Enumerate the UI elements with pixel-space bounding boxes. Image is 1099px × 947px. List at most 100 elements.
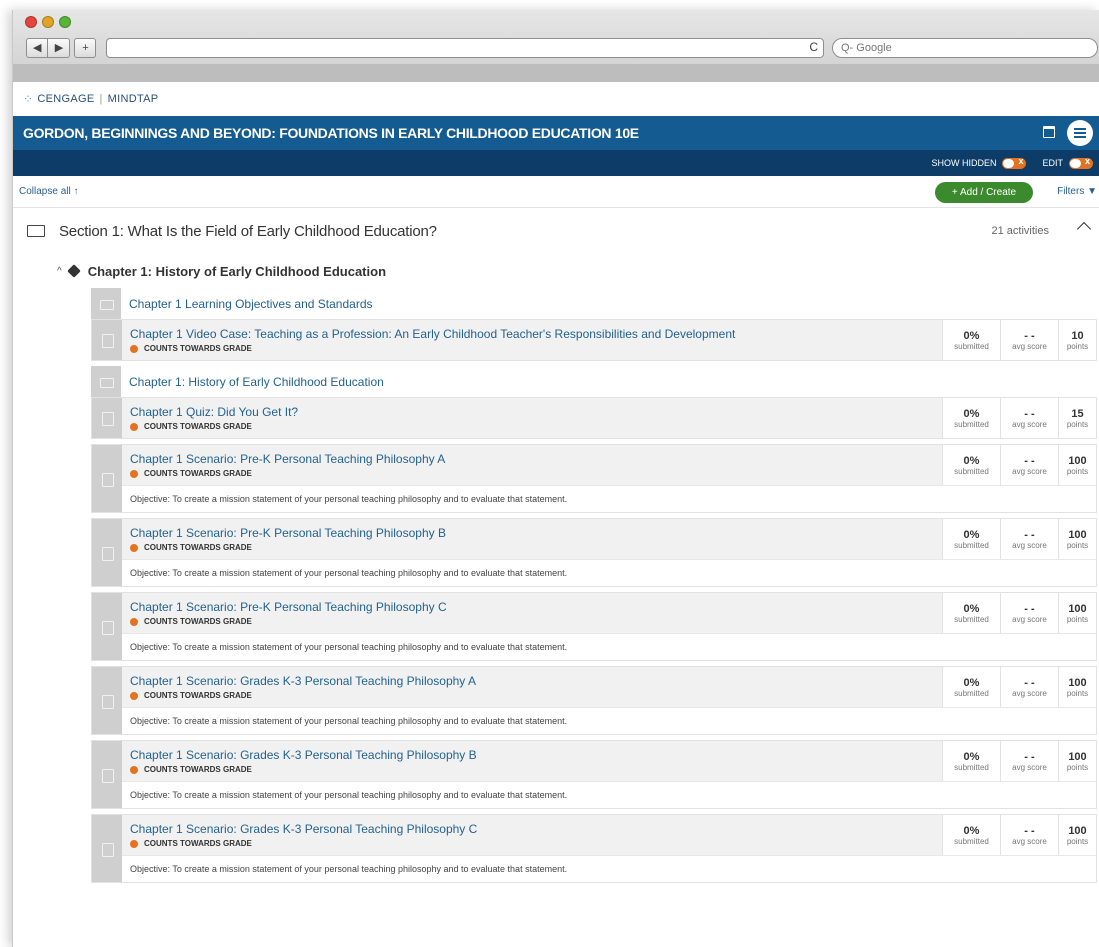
- browser-window: ◀ ▶ + C Q- Google ⁘ CENGAGE | MINDTAP GO…: [12, 10, 1099, 947]
- avg-score-value: - -: [1024, 454, 1035, 467]
- folder-open-icon: [27, 225, 45, 237]
- assignment-icon: [92, 320, 122, 360]
- activity-stats: 0% submitted - - avg score 10 points: [942, 320, 1096, 360]
- forward-button[interactable]: ▶: [48, 38, 71, 58]
- avg-score-value: - -: [1024, 407, 1035, 420]
- zoom-window-button[interactable]: [59, 16, 71, 28]
- activity-count: 21 activities: [991, 225, 1049, 237]
- activity-list: Chapter 1 Learning Objectives and Standa…: [13, 288, 1099, 883]
- brand-company: CENGAGE: [37, 93, 95, 105]
- submitted-label: submitted: [954, 762, 989, 772]
- avg-score-label: avg score: [1012, 341, 1047, 351]
- calendar-icon[interactable]: [1043, 126, 1055, 138]
- submitted-label: submitted: [954, 466, 989, 476]
- activity-item[interactable]: Chapter 1 Scenario: Pre-K Personal Teach…: [91, 444, 1097, 513]
- activity-title[interactable]: Chapter 1 Quiz: Did You Get It?: [130, 405, 934, 419]
- browser-chrome: ◀ ▶ + C Q- Google: [13, 10, 1099, 82]
- show-hidden-toggle[interactable]: [1002, 156, 1027, 169]
- show-hidden-label: SHOW HIDDEN: [931, 158, 997, 168]
- activity-title[interactable]: Chapter 1 Scenario: Pre-K Personal Teach…: [130, 452, 934, 466]
- activity-item[interactable]: Chapter 1 Video Case: Teaching as a Prof…: [91, 319, 1097, 361]
- filters-link[interactable]: Filters ▼: [1057, 186, 1097, 197]
- activity-title[interactable]: Chapter 1 Video Case: Teaching as a Prof…: [130, 327, 934, 341]
- activity-title[interactable]: Chapter 1 Scenario: Grades K-3 Personal …: [130, 822, 934, 836]
- activity-item[interactable]: Chapter 1 Scenario: Grades K-3 Personal …: [91, 666, 1097, 735]
- activity-title[interactable]: Chapter 1 Scenario: Pre-K Personal Teach…: [130, 526, 934, 540]
- avg-score-value: - -: [1024, 750, 1035, 763]
- chapter-chevron-icon[interactable]: ^: [57, 266, 62, 277]
- section-header[interactable]: Section 1: What Is the Field of Early Ch…: [13, 208, 1099, 254]
- points-label: points: [1066, 614, 1089, 624]
- activity-stats: 0% submitted - - avg score 100 points: [942, 667, 1096, 707]
- activity-objective: Objective: To create a mission statement…: [122, 707, 1096, 734]
- activity-title[interactable]: Chapter 1 Scenario: Grades K-3 Personal …: [130, 674, 934, 688]
- activity-title[interactable]: Chapter 1 Scenario: Grades K-3 Personal …: [130, 748, 934, 762]
- points-label: points: [1066, 341, 1089, 351]
- points-value: 100: [1068, 528, 1087, 541]
- cengage-logo-icon: ⁘: [23, 92, 34, 106]
- submitted-label: submitted: [954, 836, 989, 846]
- assignment-icon: [92, 593, 122, 660]
- activity-item[interactable]: Chapter 1 Scenario: Grades K-3 Personal …: [91, 740, 1097, 809]
- window-controls: [25, 16, 71, 28]
- activity-title[interactable]: Chapter 1: History of Early Childhood Ed…: [129, 375, 1089, 389]
- avg-score-label: avg score: [1012, 540, 1047, 550]
- edit-toggle[interactable]: [1069, 156, 1093, 169]
- reload-icon[interactable]: C: [809, 40, 818, 54]
- submitted-value: 0%: [963, 750, 980, 763]
- activity-stats: 0% submitted - - avg score 100 points: [942, 593, 1096, 633]
- brand-product: MINDTAP: [107, 93, 159, 105]
- counts-towards-grade-badge: COUNTS TOWARDS GRADE: [130, 765, 934, 774]
- add-create-button[interactable]: + Add / Create: [935, 182, 1033, 203]
- tab-strip: [13, 64, 1099, 82]
- assignment-icon: [92, 815, 122, 882]
- points-label: points: [1066, 836, 1089, 846]
- activity-objective: Objective: To create a mission statement…: [122, 855, 1096, 882]
- activity-stats: 0% submitted - - avg score 15 points: [942, 398, 1096, 438]
- activity-objective: Objective: To create a mission statement…: [122, 633, 1096, 660]
- collapse-all-link[interactable]: Collapse all ↑: [19, 186, 78, 197]
- chevron-up-icon[interactable]: [1076, 221, 1092, 237]
- activity-objective: Objective: To create a mission statement…: [122, 781, 1096, 808]
- counts-towards-grade-badge: COUNTS TOWARDS GRADE: [130, 543, 934, 552]
- nav-buttons: ◀ ▶ +: [26, 38, 97, 58]
- search-input[interactable]: Q- Google: [832, 38, 1098, 58]
- course-header: GORDON, BEGINNINGS AND BEYOND: FOUNDATIO…: [13, 116, 1099, 150]
- points-value: 10: [1071, 329, 1084, 342]
- counts-towards-grade-badge: COUNTS TOWARDS GRADE: [130, 469, 934, 478]
- avg-score-value: - -: [1024, 528, 1035, 541]
- assignment-icon: [92, 398, 122, 438]
- submitted-value: 0%: [963, 454, 980, 467]
- minimize-window-button[interactable]: [42, 16, 54, 28]
- activity-title[interactable]: Chapter 1 Scenario: Pre-K Personal Teach…: [130, 600, 934, 614]
- address-bar[interactable]: C: [106, 38, 824, 58]
- counts-towards-grade-badge: COUNTS TOWARDS GRADE: [130, 691, 934, 700]
- activity-item[interactable]: Chapter 1 Learning Objectives and Standa…: [91, 288, 1097, 319]
- avg-score-label: avg score: [1012, 762, 1047, 772]
- points-label: points: [1066, 688, 1089, 698]
- submitted-value: 0%: [963, 824, 980, 837]
- reading-icon: [91, 366, 121, 397]
- brand-divider: |: [99, 93, 103, 105]
- new-tab-button[interactable]: +: [74, 38, 97, 58]
- avg-score-value: - -: [1024, 602, 1035, 615]
- assignment-icon: [92, 519, 122, 586]
- activity-item[interactable]: Chapter 1 Scenario: Grades K-3 Personal …: [91, 814, 1097, 883]
- activity-item[interactable]: Chapter 1 Scenario: Pre-K Personal Teach…: [91, 518, 1097, 587]
- activity-title[interactable]: Chapter 1 Learning Objectives and Standa…: [129, 297, 1089, 311]
- back-button[interactable]: ◀: [26, 38, 49, 58]
- counts-towards-grade-badge: COUNTS TOWARDS GRADE: [130, 617, 934, 626]
- activity-stats: 0% submitted - - avg score 100 points: [942, 741, 1096, 781]
- avg-score-value: - -: [1024, 676, 1035, 689]
- activity-item[interactable]: Chapter 1 Scenario: Pre-K Personal Teach…: [91, 592, 1097, 661]
- submitted-label: submitted: [954, 540, 989, 550]
- submitted-value: 0%: [963, 528, 980, 541]
- chapter-header[interactable]: ^ Chapter 1: History of Early Childhood …: [13, 254, 1099, 288]
- close-window-button[interactable]: [25, 16, 37, 28]
- assignment-icon: [92, 445, 122, 512]
- counts-towards-grade-badge: COUNTS TOWARDS GRADE: [130, 839, 934, 848]
- activity-item[interactable]: Chapter 1 Quiz: Did You Get It? COUNTS T…: [91, 397, 1097, 439]
- list-view-icon[interactable]: [1067, 120, 1093, 146]
- activity-objective: Objective: To create a mission statement…: [122, 485, 1096, 512]
- activity-item[interactable]: Chapter 1: History of Early Childhood Ed…: [91, 366, 1097, 397]
